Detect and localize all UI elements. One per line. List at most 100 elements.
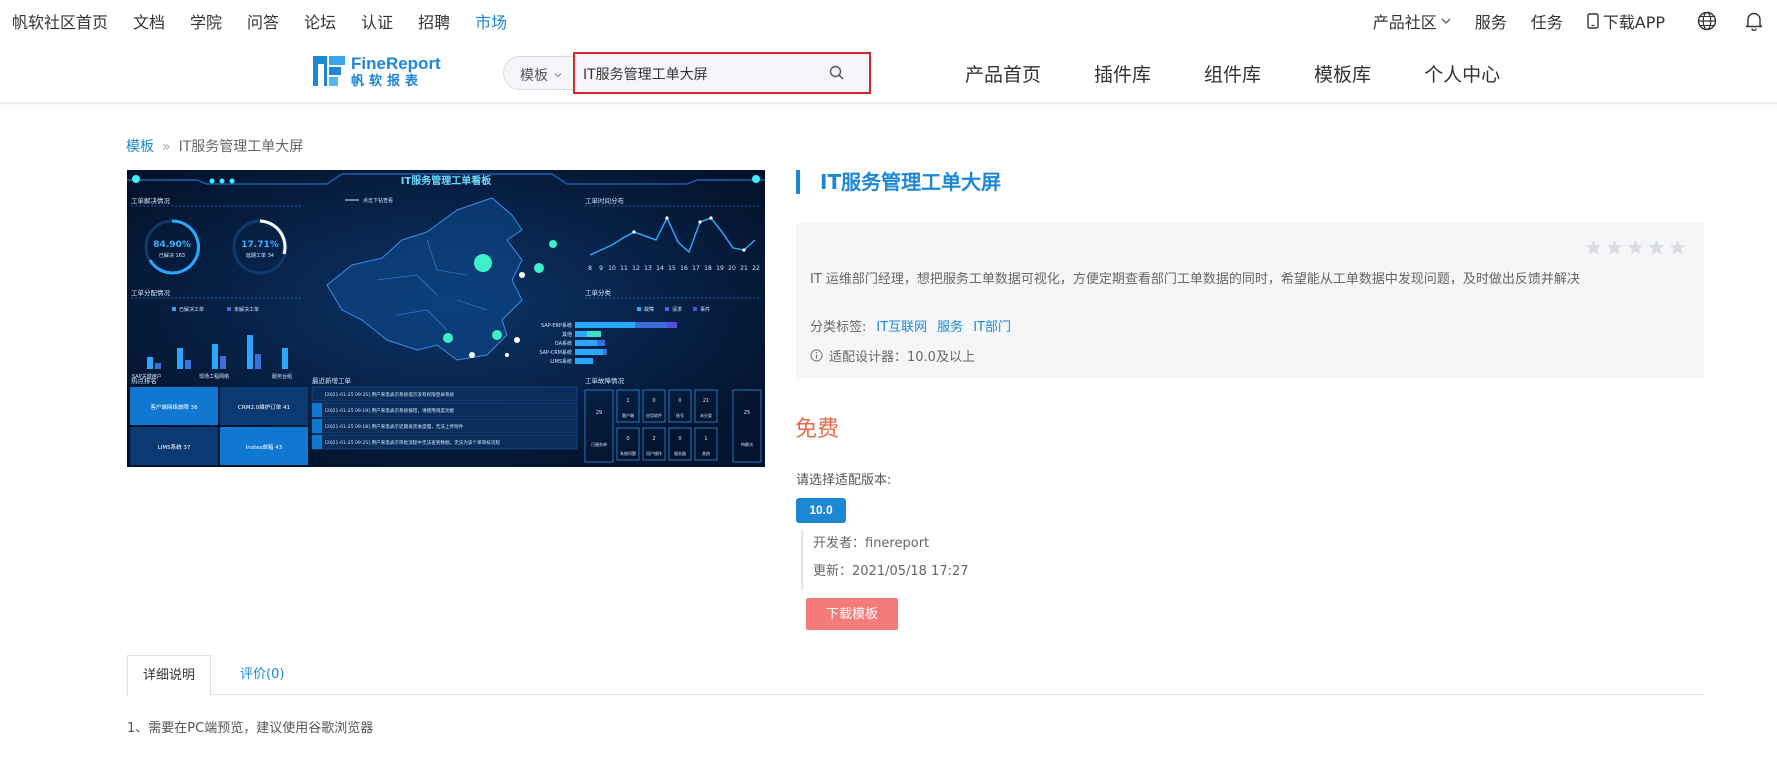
preview-hbar-legend-3: 事件	[700, 306, 710, 313]
preview-hotspot-cell: LIMS系统 37	[158, 443, 191, 451]
globe-icon	[1697, 11, 1717, 31]
preview-recent-row: [2021-01-25 09:25] 用户来电表示审批流程中无法查到数据，无法为…	[325, 439, 500, 446]
tag-link[interactable]: IT互联网	[876, 316, 927, 335]
preview-recent-row: [2021-01-25 09:19] 用户来电表示系统报错，请使用调度功能	[325, 407, 455, 414]
topnav-qa[interactable]: 问答	[247, 9, 279, 33]
nav-component-library[interactable]: 组件库	[1204, 60, 1261, 87]
preview-panel-fault: 工单故障情况	[585, 376, 625, 385]
preview-fault-value: 0	[678, 436, 681, 442]
preview-gauge2-label: 延期工单 34	[246, 252, 274, 259]
nav-personal-center[interactable]: 个人中心	[1424, 60, 1500, 87]
download-app-label: 下载APP	[1602, 13, 1665, 32]
download-template-button[interactable]: 下载模板	[806, 598, 898, 630]
tab-detail[interactable]: 详细说明	[127, 655, 212, 696]
preview-fault-label: 客户端	[622, 412, 634, 418]
preview-hour-tick: 20	[728, 265, 736, 272]
preview-hour-tick: 21	[740, 265, 748, 272]
topnav-home[interactable]: 帆软社区首页	[12, 9, 108, 33]
preview-fault-value: 25	[744, 410, 750, 416]
search-input[interactable]	[583, 63, 813, 85]
notification-button[interactable]	[1745, 11, 1763, 31]
topnav-forum[interactable]: 论坛	[304, 9, 336, 33]
download-app-link[interactable]: 下载APP	[1587, 9, 1665, 33]
preview-fault-value: 29	[596, 410, 602, 416]
preview-fault-label: 已服务单	[591, 441, 607, 447]
star-icon[interactable]	[1648, 239, 1665, 256]
preview-hour-tick: 11	[620, 265, 628, 272]
preview-fault-label: 其他	[702, 450, 710, 456]
preview-fault-value: 0	[626, 436, 629, 442]
search-category-select[interactable]: 模板	[520, 65, 562, 85]
preview-hour-tick: 8	[588, 265, 592, 272]
designer-text: 适配设计器：10.0及以上	[829, 350, 975, 365]
tab-reviews[interactable]: 评价(0)	[225, 655, 299, 696]
search-highlight-box	[573, 52, 871, 94]
tag-link[interactable]: IT部门	[973, 316, 1011, 335]
star-icon[interactable]	[1606, 239, 1623, 256]
preview-gauge1-label: 已解决 163	[159, 252, 185, 259]
language-button[interactable]	[1697, 11, 1717, 31]
preview-legend-unresolved: 未解决工单	[234, 306, 259, 313]
topnav-certification[interactable]: 认证	[361, 9, 393, 33]
topnav-jobs[interactable]: 招聘	[418, 9, 450, 33]
tags-label: 分类标签:	[810, 320, 867, 335]
breadcrumb-current: IT服务管理工单大屏	[178, 139, 304, 155]
top-right-links: 产品社区 服务 任务 下载APP	[1349, 9, 1763, 33]
preview-gauge1-value: 84.90%	[153, 240, 191, 250]
breadcrumb-root[interactable]: 模板	[126, 139, 154, 155]
chevron-down-icon	[1441, 18, 1451, 24]
topnav-market[interactable]: 市场	[475, 9, 507, 33]
preview-fault-label: 待解决	[741, 441, 753, 447]
preview-gauge2-value: 17.71%	[241, 240, 279, 250]
star-icon[interactable]	[1669, 239, 1686, 256]
developer-text: 开发者：finereport	[813, 536, 930, 551]
version-option-button[interactable]: 10.0	[796, 498, 846, 523]
preview-panel-recent: 最近新增工单	[312, 376, 352, 385]
topnav-docs[interactable]: 文档	[133, 9, 165, 33]
search-icon[interactable]	[829, 65, 845, 81]
product-community-menu[interactable]: 产品社区	[1373, 9, 1451, 33]
star-icon[interactable]	[1627, 239, 1644, 256]
template-title: IT服务管理工单大屏	[796, 170, 1001, 194]
price-label: 免费	[795, 417, 840, 442]
preview-hbar-label-2: 其他	[562, 331, 572, 338]
preview-legend-resolved: 已解决工单	[179, 306, 204, 313]
main-nav: 产品首页 插件库 组件库 模板库 个人中心	[965, 60, 1553, 87]
detail-tabs: 详细说明 评价(0)	[127, 655, 1704, 696]
rating-stars[interactable]	[1585, 239, 1686, 256]
topnav-academy[interactable]: 学院	[190, 9, 222, 33]
template-info-box: IT 运维部门经理，想把服务工单数据可视化，方便定期查看部门工单数据的同时，希望…	[796, 223, 1704, 378]
tag-link[interactable]: 服务	[937, 316, 963, 335]
logo-chinese-text: 帆软报表	[351, 73, 424, 89]
preview-panel-timeline: 工单时间分布	[585, 196, 625, 205]
usage-note: 1、需要在PC端预览，建议使用谷歌浏览器	[127, 721, 374, 736]
preview-bar-label-2: 现场工程网络	[199, 373, 229, 380]
template-meta: 开发者：finereport 更新：2021/05/18 17:27	[801, 530, 969, 590]
category-tags: 分类标签: IT互联网 服务 IT部门	[810, 316, 1011, 335]
updated-text: 更新：2021/05/18 17:27	[813, 564, 969, 579]
preview-hotspot-cell: 客户端网络故障 36	[150, 403, 198, 411]
finereport-logo[interactable]: FineReport 帆软报表	[313, 54, 441, 88]
preview-hour-tick: 19	[716, 265, 724, 272]
product-community-label: 产品社区	[1372, 13, 1437, 32]
template-preview-image[interactable]: IT服务管理工单看板 工单解决情况 工单分配情况 热点排名 最近新增工单 工单时…	[127, 170, 765, 467]
star-icon[interactable]	[1585, 239, 1602, 256]
preview-fault-value: 1	[704, 436, 707, 442]
service-link[interactable]: 服务	[1475, 9, 1507, 33]
preview-hbar-label-1: SAP-ERP系统	[541, 322, 572, 329]
preview-fault-label: 服务器	[674, 450, 686, 456]
preview-map-hint: 点击下钻查看	[363, 197, 393, 204]
nav-template-library[interactable]: 模板库	[1314, 60, 1371, 87]
phone-icon	[1587, 13, 1599, 29]
tasks-link[interactable]: 任务	[1531, 9, 1563, 33]
preview-recent-row: [2021-01-25 09:18] 用户来电表示近期发货进度慢，无法上传附件	[325, 423, 464, 430]
finereport-logo-mark	[313, 56, 345, 86]
preview-hour-tick: 10	[608, 265, 616, 272]
preview-fault-value: 0	[678, 398, 681, 404]
preview-fault-value: 1	[626, 398, 629, 404]
preview-hour-tick: 16	[680, 265, 688, 272]
nav-product-home[interactable]: 产品首页	[965, 60, 1041, 87]
preview-hour-tick: 22	[752, 265, 760, 272]
preview-hbar-label-3: OA系统	[555, 340, 572, 347]
nav-plugin-library[interactable]: 插件库	[1094, 60, 1151, 87]
